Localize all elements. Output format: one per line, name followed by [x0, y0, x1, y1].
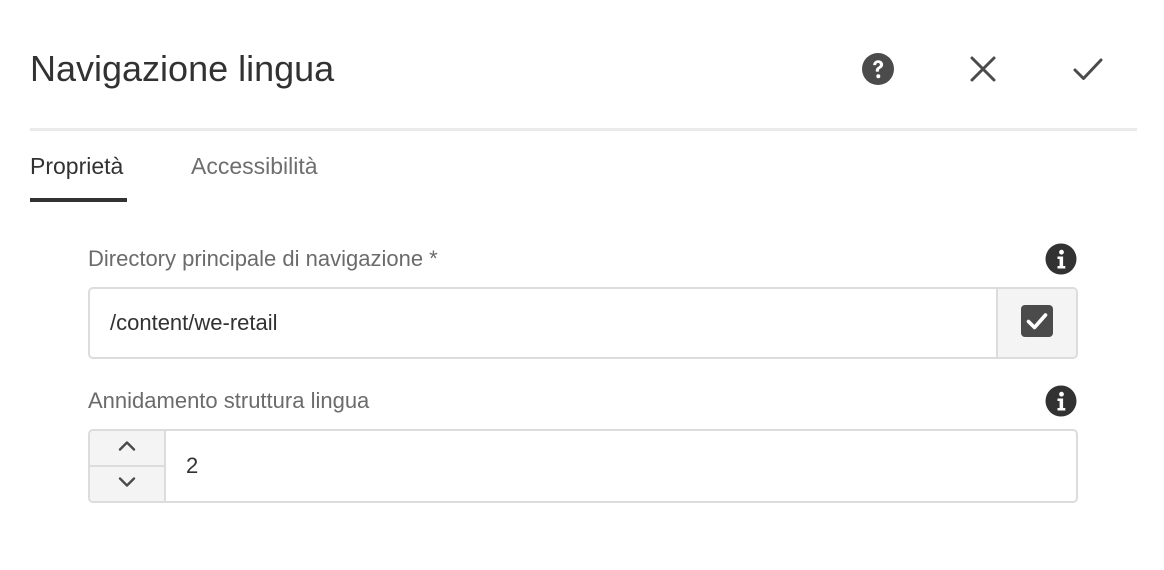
path-browser-button[interactable]	[996, 289, 1076, 357]
increment-button[interactable]	[90, 431, 164, 467]
decrement-button[interactable]	[90, 467, 164, 501]
checkmark-icon	[1072, 55, 1104, 86]
navigation-root-input[interactable]	[90, 289, 996, 357]
structure-depth-label: Annidamento struttura lingua	[88, 388, 370, 413]
done-button[interactable]	[1066, 48, 1110, 92]
info-icon[interactable]	[1045, 243, 1077, 275]
tab-accessibility[interactable]: Accessibilità	[191, 131, 318, 202]
info-icon[interactable]	[1045, 385, 1077, 417]
checkbox-checked-icon	[1021, 304, 1053, 342]
close-icon	[969, 55, 997, 86]
navigation-root-label: Directory principale di navigazione *	[88, 246, 438, 271]
chevron-down-icon	[117, 475, 137, 493]
help-icon	[861, 52, 895, 89]
navigation-root-field	[88, 287, 1078, 359]
dialog-header: Navigazione lingua	[30, 0, 1137, 131]
tab-bar: Proprietà Accessibilità	[30, 131, 1137, 203]
chevron-up-icon	[117, 439, 137, 457]
help-button[interactable]	[856, 48, 900, 92]
structure-depth-input[interactable]	[166, 431, 1076, 501]
quantity-stepper	[90, 431, 166, 501]
structure-depth-field	[88, 429, 1078, 503]
tab-properties[interactable]: Proprietà	[30, 131, 127, 202]
close-button[interactable]	[961, 48, 1005, 92]
dialog-title: Navigazione lingua	[30, 48, 335, 89]
